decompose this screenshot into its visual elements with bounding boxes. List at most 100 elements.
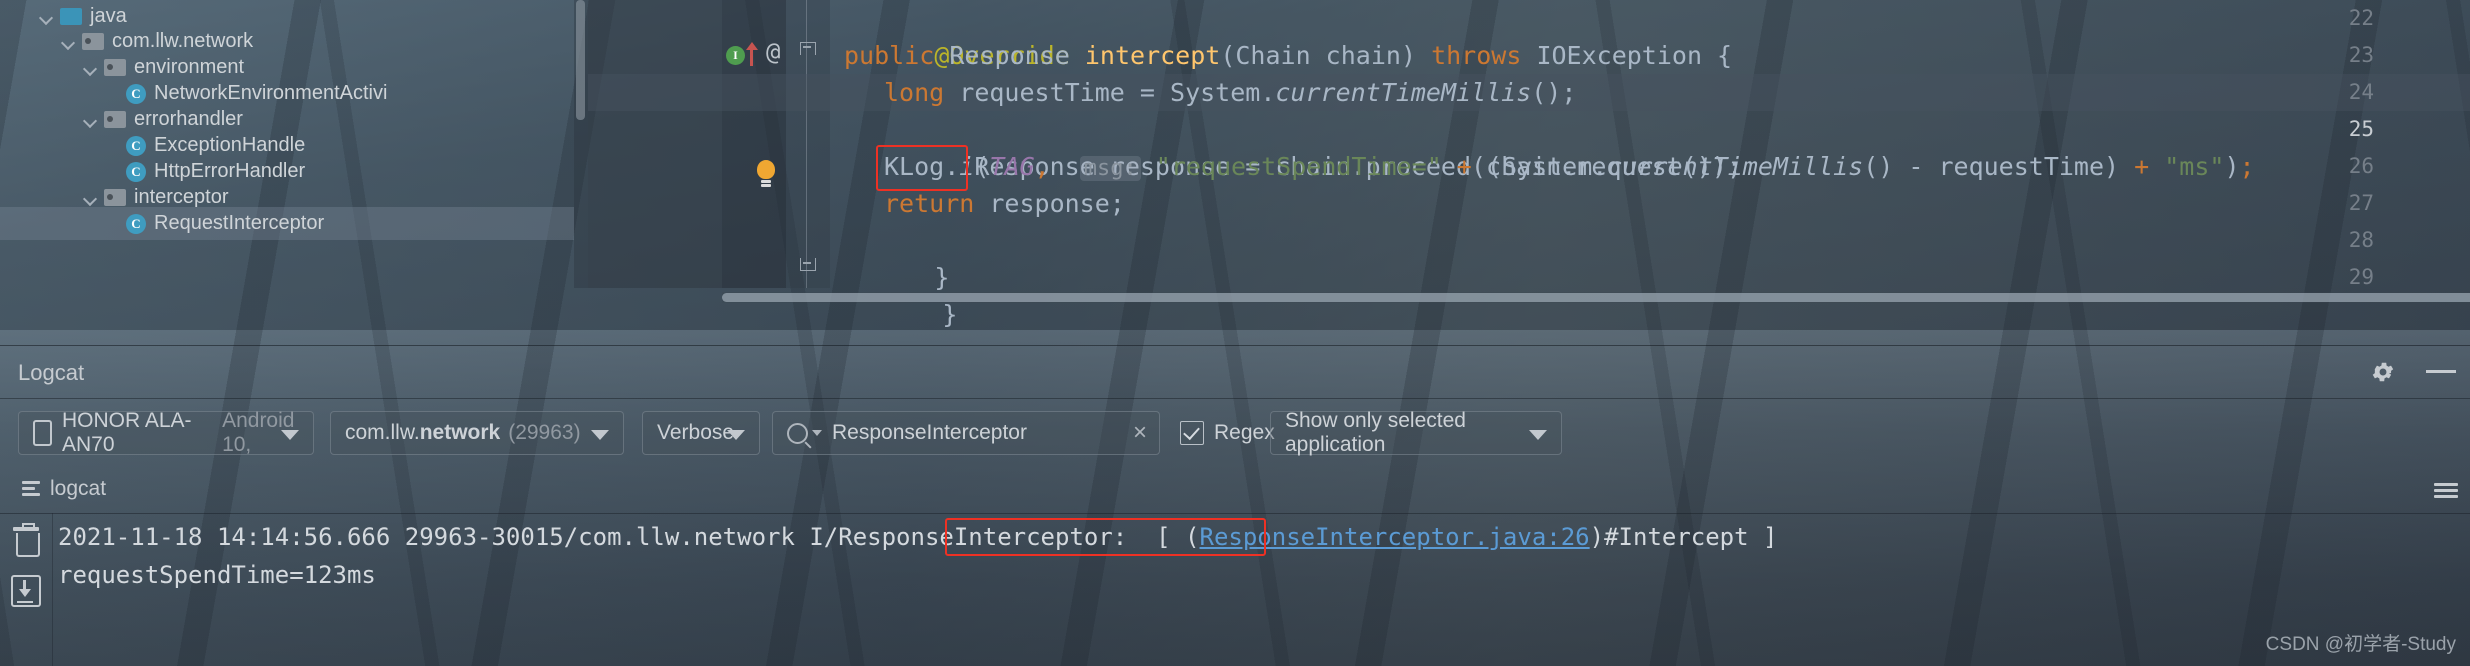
project-tool-window[interactable]: java com.llw.network environment C Netwo… [0, 0, 574, 345]
fold-region-end-icon[interactable] [800, 248, 816, 271]
code-token-call-end: (); [1531, 78, 1577, 107]
logcat-toolbar: HONOR ALA-AN70 Android 10, com.llw. netwo… [0, 397, 2470, 469]
code-token-system2: System. [1501, 152, 1608, 181]
package-icon [104, 111, 126, 128]
editor-left-scrollbar[interactable] [574, 0, 588, 288]
code-token-minus: - requestTime) [1908, 152, 2120, 181]
log-link-highlight-box [945, 518, 1266, 556]
tree-item-label: environment [134, 56, 245, 78]
code-token-var: requestTime = [959, 78, 1155, 107]
line-number: 22 [2348, 6, 2374, 30]
log-entry-continuation: requestSpendTime=123ms [58, 561, 376, 589]
fold-region-start-icon[interactable] [800, 42, 816, 64]
scroll-to-end-icon[interactable] [11, 575, 41, 607]
logcat-output-area[interactable]: 2021-11-18 14:14:56.666 29963-30015/com.… [0, 513, 2470, 666]
tree-item-label: com.llw.network [112, 30, 254, 52]
line-number: 24 [2348, 80, 2374, 104]
code-token-long: long [884, 78, 945, 107]
logcat-search-field[interactable]: ResponseInterceptor × [772, 411, 1160, 455]
scrollbar-thumb[interactable] [722, 293, 2470, 302]
chevron-down-icon[interactable] [60, 33, 78, 51]
chevron-down-icon[interactable] [281, 430, 299, 440]
line-number-current: 25 [2348, 117, 2374, 141]
parameter-hint-msg: msg: [1079, 156, 1141, 181]
device-os: Android 10, [222, 409, 295, 456]
code-line-26: KLog.i(TAG, msg: "requestSpendTime=" + (… [884, 152, 2255, 181]
code-token-method-name: intercept [1084, 41, 1221, 70]
chevron-down-icon[interactable] [727, 430, 745, 440]
phone-icon [33, 420, 52, 446]
source-folder-icon [60, 8, 82, 25]
code-token-type: Response [949, 41, 1070, 70]
scrollbar-thumb[interactable] [576, 0, 585, 120]
java-class-icon: C [126, 83, 146, 104]
line-number: 28 [2348, 228, 2374, 252]
code-token-return-value: response; [989, 189, 1125, 218]
intention-bulb-icon[interactable] [756, 160, 776, 187]
tree-item-label: RequestInterceptor [154, 212, 325, 234]
tab-label: logcat [50, 477, 107, 500]
code-line-24: long requestTime = System.currentTimeMil… [884, 74, 1576, 111]
list-icon [22, 481, 40, 497]
log-entry-line: 2021-11-18 14:14:56.666 29963-30015/com.… [58, 523, 1777, 551]
chevron-down-icon[interactable] [82, 189, 100, 207]
clear-search-icon[interactable]: × [1133, 421, 1147, 445]
ide-upper-area: java com.llw.network environment C Netwo… [0, 0, 2470, 345]
process-package-bold: network [419, 421, 501, 444]
chevron-down-icon[interactable] [82, 59, 100, 77]
code-token-static-method2: currentTimeMillis [1607, 152, 1864, 181]
code-editor[interactable]: 22 23 24 25 26 27 28 29 I @ @Override pu… [574, 0, 2470, 345]
filter-scope-value: Show only selected application [1285, 409, 1466, 456]
process-pid: (29963) [508, 421, 581, 444]
log-level-dropdown[interactable]: Verbose [642, 411, 760, 455]
package-icon [104, 189, 126, 206]
code-line-25: Response response = chain.proceed(chain.… [884, 111, 1742, 181]
process-package-prefix: com.llw. [345, 421, 420, 444]
logcat-tool-window: Logcat HONOR ALA-AN70 Android 10, com.ll… [0, 345, 2470, 666]
package-icon [82, 33, 104, 50]
chevron-down-icon[interactable] [82, 111, 100, 129]
code-line-29: } [852, 259, 957, 329]
code-token-static-method: currentTimeMillis [1275, 78, 1532, 107]
regex-checkbox[interactable]: Regex [1180, 421, 1275, 445]
line-number: 23 [2348, 43, 2374, 67]
logcat-side-toolbar [0, 513, 53, 666]
line-number: 26 [2348, 154, 2374, 178]
tree-item-label: HttpErrorHandler [154, 160, 306, 182]
logcat-header: Logcat [0, 345, 2470, 399]
code-token-klog-i: i [959, 152, 975, 181]
java-class-icon: C [126, 213, 146, 234]
annotation-at-icon[interactable]: @ [766, 38, 780, 66]
device-selector-dropdown[interactable]: HONOR ALA-AN70 Android 10, [18, 409, 314, 456]
gear-icon[interactable] [2370, 359, 2396, 385]
chevron-down-icon[interactable] [1529, 430, 1547, 440]
logcat-tab-row: logcat [0, 469, 2470, 514]
logcat-title: Logcat [18, 360, 85, 385]
code-token-string-ms: "ms" [2164, 152, 2225, 181]
search-input-value[interactable]: ResponseInterceptor [832, 421, 1133, 445]
chevron-down-icon[interactable] [812, 430, 822, 436]
filter-scope-dropdown[interactable]: Show only selected application [1270, 409, 1562, 456]
implements-method-icon[interactable]: I [726, 46, 745, 65]
code-token-params: (Chain chain) [1220, 41, 1416, 70]
search-icon[interactable] [787, 422, 808, 444]
tree-item-label: errorhandler [134, 108, 243, 130]
minimize-icon[interactable] [2426, 370, 2456, 373]
clear-logcat-icon[interactable] [13, 523, 40, 557]
checkbox-icon[interactable] [1180, 421, 1204, 445]
tree-item-request-interceptor[interactable]: C RequestInterceptor [0, 207, 574, 240]
tree-item-label: interceptor [134, 186, 229, 208]
code-token-string-spend: "requestSpendTime=" [1155, 152, 1442, 181]
log-entry-suffix: )#Intercept ] [1589, 523, 1778, 551]
process-selector-dropdown[interactable]: com.llw. network (29963) [330, 411, 624, 455]
logcat-options-menu-icon[interactable] [2434, 483, 2458, 499]
line-number: 27 [2348, 191, 2374, 215]
code-token-public: public [844, 41, 935, 70]
editor-gutter[interactable] [588, 0, 722, 288]
code-token-return: return [884, 189, 975, 218]
chevron-down-icon[interactable] [591, 430, 609, 440]
code-line-27: return response; [884, 185, 1125, 222]
chevron-down-icon[interactable] [38, 8, 56, 26]
tab-logcat[interactable]: logcat [22, 477, 106, 501]
editor-horizontal-scrollbar[interactable] [722, 292, 2470, 303]
